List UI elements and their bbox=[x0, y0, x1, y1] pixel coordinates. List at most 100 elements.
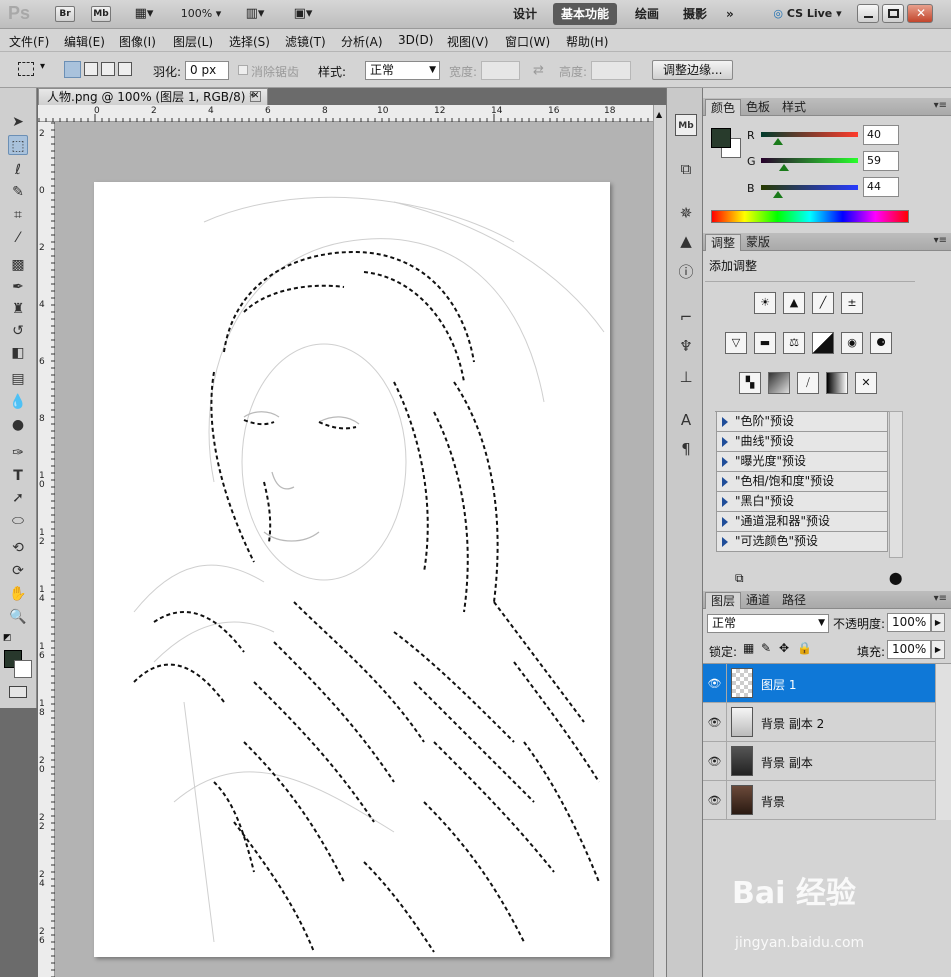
selective-color-icon[interactable]: ✕ bbox=[855, 372, 877, 394]
type-tool-icon[interactable]: T bbox=[8, 466, 28, 486]
move-tool-icon[interactable]: ➤ bbox=[8, 112, 28, 132]
background-color-swatch[interactable] bbox=[14, 660, 32, 678]
lock-all-icon[interactable]: 🔒 bbox=[797, 641, 812, 655]
blue-slider[interactable] bbox=[761, 185, 858, 190]
invert-icon[interactable]: ▚ bbox=[739, 372, 761, 394]
scroll-up-icon[interactable]: ▲ bbox=[656, 110, 662, 119]
zoom-level[interactable]: 100% ▾ bbox=[173, 5, 229, 23]
black-white-icon[interactable] bbox=[812, 332, 834, 354]
levels-icon[interactable]: ▲ bbox=[783, 292, 805, 314]
visibility-eye-icon[interactable]: 👁 bbox=[703, 742, 727, 781]
curves-icon[interactable]: ╱ bbox=[812, 292, 834, 314]
menu-view[interactable]: 视图(V) bbox=[447, 33, 489, 50]
intersect-selection-icon[interactable] bbox=[118, 62, 132, 76]
height-input[interactable] bbox=[591, 61, 631, 80]
tab-channels[interactable]: 通道 bbox=[741, 592, 775, 609]
3d-rotate-tool-icon[interactable]: ⟲ bbox=[8, 538, 28, 558]
return-to-list-icon[interactable]: ⧉ bbox=[735, 571, 744, 586]
lock-position-icon[interactable]: ✥ bbox=[779, 641, 789, 655]
workspace-more-button[interactable]: » bbox=[718, 3, 742, 25]
hand-tool-icon[interactable]: ✋ bbox=[8, 584, 28, 604]
brightness-contrast-icon[interactable]: ☀ bbox=[754, 292, 776, 314]
clone-source-panel-icon[interactable]: ♆ bbox=[675, 335, 697, 357]
workspace-design[interactable]: 设计 bbox=[505, 3, 545, 25]
menu-help[interactable]: 帮助(H) bbox=[566, 33, 608, 50]
minibridge-panel-icon[interactable]: Mb bbox=[675, 114, 697, 136]
pen-tool-icon[interactable]: ✑ bbox=[8, 443, 28, 463]
restore-button[interactable] bbox=[882, 4, 904, 23]
menu-window[interactable]: 窗口(W) bbox=[505, 33, 550, 50]
paragraph-panel-icon[interactable]: ¶ bbox=[675, 438, 697, 460]
rectangular-marquee-tool-icon[interactable]: ⬚ bbox=[8, 135, 28, 155]
gradient-tool-icon[interactable]: ▤ bbox=[8, 369, 28, 389]
photo-filter-icon[interactable]: ◉ bbox=[841, 332, 863, 354]
zoom-tool-icon[interactable]: 🔍 bbox=[8, 607, 28, 627]
bridge-button[interactable]: Br bbox=[55, 6, 75, 22]
lock-pixels-icon[interactable]: ✎ bbox=[761, 641, 771, 655]
close-button[interactable]: ✕ bbox=[907, 4, 933, 23]
visibility-eye-icon[interactable]: 👁 bbox=[703, 703, 727, 742]
panel-menu-icon[interactable]: ▾≡ bbox=[934, 100, 947, 111]
histogram-panel-icon[interactable]: ▲ bbox=[675, 230, 697, 252]
ellipse-tool-icon[interactable]: ⬭ bbox=[8, 511, 28, 531]
menu-analysis[interactable]: 分析(A) bbox=[341, 33, 383, 50]
default-colors-icon[interactable]: ◩ bbox=[3, 633, 12, 643]
visibility-eye-icon[interactable]: 👁 bbox=[703, 781, 727, 820]
tab-masks[interactable]: 蒙版 bbox=[741, 234, 775, 251]
red-slider-thumb[interactable] bbox=[773, 138, 783, 145]
green-slider[interactable] bbox=[761, 158, 858, 163]
color-balance-icon[interactable]: ⚖ bbox=[783, 332, 805, 354]
menu-edit[interactable]: 编辑(E) bbox=[64, 33, 105, 50]
history-panel-icon[interactable]: ⧉ bbox=[675, 158, 697, 180]
preset-levels[interactable]: "色阶"预设 bbox=[716, 412, 888, 432]
marquee-preset-icon[interactable] bbox=[18, 62, 34, 76]
blue-value-input[interactable]: 44 bbox=[863, 177, 899, 197]
preset-channel-mixer[interactable]: "通道混和器"预设 bbox=[716, 512, 888, 532]
blue-slider-thumb[interactable] bbox=[773, 191, 783, 198]
eyedropper-tool-icon[interactable]: ⁄ bbox=[8, 228, 28, 248]
blur-tool-icon[interactable]: 💧 bbox=[8, 392, 28, 412]
exposure-icon[interactable]: ± bbox=[841, 292, 863, 314]
character-panel-icon[interactable]: A bbox=[675, 409, 697, 431]
opacity-arrow-icon[interactable]: ▶ bbox=[931, 613, 945, 632]
minibridge-button[interactable]: Mb bbox=[91, 6, 111, 22]
history-brush-tool-icon[interactable]: ↺ bbox=[8, 321, 28, 341]
clone-stamp-tool-icon[interactable]: ♜ bbox=[8, 299, 28, 319]
vertical-ruler[interactable]: 2 0 2 4 6 8 1 0 1 2 1 4 1 6 1 8 2 0 2 2 2 4 2 6 bbox=[38, 122, 55, 977]
preset-exposure[interactable]: "曝光度"预设 bbox=[716, 452, 888, 472]
channel-mixer-icon[interactable]: ⚈ bbox=[870, 332, 892, 354]
fill-input[interactable]: 100% bbox=[887, 640, 931, 659]
subtract-from-selection-icon[interactable] bbox=[101, 62, 115, 76]
fill-arrow-icon[interactable]: ▶ bbox=[931, 640, 945, 659]
width-input[interactable] bbox=[481, 61, 520, 80]
cs-live-menu[interactable]: ◎ CS Live ▾ bbox=[770, 5, 845, 23]
tab-color[interactable]: 颜色 bbox=[705, 99, 742, 116]
path-selection-tool-icon[interactable]: ➚ bbox=[8, 488, 28, 508]
green-value-input[interactable]: 59 bbox=[863, 151, 899, 171]
brush-tool-icon[interactable]: ✒ bbox=[8, 277, 28, 297]
antialias-checkbox[interactable] bbox=[238, 65, 248, 75]
preset-curves[interactable]: "曲线"预设 bbox=[716, 432, 888, 452]
menu-3d[interactable]: 3D(D) bbox=[398, 33, 433, 47]
lasso-tool-icon[interactable]: ℓ bbox=[8, 160, 28, 180]
dodge-tool-icon[interactable]: ● bbox=[8, 415, 28, 435]
quick-mask-icon[interactable] bbox=[9, 686, 27, 698]
layer-row[interactable]: 👁 背景 bbox=[703, 781, 935, 820]
green-slider-thumb[interactable] bbox=[779, 164, 789, 171]
panel-menu-icon[interactable]: ▾≡ bbox=[934, 593, 947, 604]
horizontal-ruler[interactable]: 0 2 4 6 8 10 12 14 16 18 bbox=[38, 105, 653, 122]
menu-filter[interactable]: 滤镜(T) bbox=[285, 33, 326, 50]
preset-scrollbar[interactable] bbox=[889, 411, 903, 558]
red-slider[interactable] bbox=[761, 132, 858, 137]
hue-saturation-icon[interactable]: ▬ bbox=[754, 332, 776, 354]
opacity-input[interactable]: 100% bbox=[887, 613, 931, 632]
layers-scrollbar[interactable] bbox=[935, 664, 951, 820]
add-to-selection-icon[interactable] bbox=[84, 62, 98, 76]
tool-presets-panel-icon[interactable]: ⊥ bbox=[675, 366, 697, 388]
eraser-tool-icon[interactable]: ◧ bbox=[8, 343, 28, 363]
color-panel-foreground-swatch[interactable] bbox=[711, 128, 731, 148]
preset-dropdown-icon[interactable]: ▾ bbox=[40, 61, 45, 72]
layer-row[interactable]: 👁 背景 副本 2 bbox=[703, 703, 935, 742]
menu-file[interactable]: 文件(F) bbox=[9, 33, 49, 50]
quick-selection-tool-icon[interactable]: ✎ bbox=[8, 182, 28, 202]
